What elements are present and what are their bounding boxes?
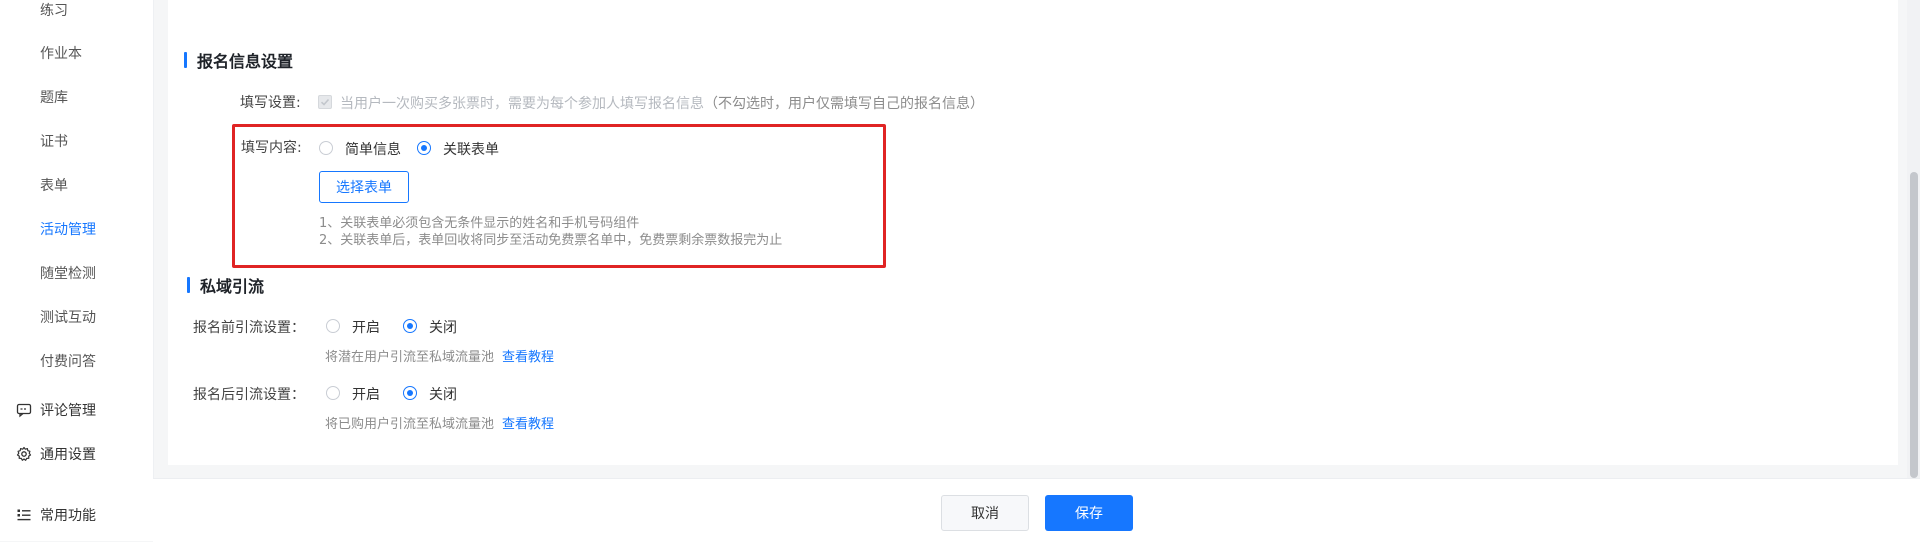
save-button[interactable]: 保存 — [1045, 495, 1133, 531]
radio-before-on[interactable] — [326, 319, 340, 333]
section-accent-bar — [187, 277, 190, 293]
radio-before-on-label[interactable]: 开启 — [352, 317, 380, 337]
radio-before-off[interactable] — [403, 319, 417, 333]
section-title-private: 私域引流 — [187, 273, 264, 297]
section-title-text: 私域引流 — [200, 277, 265, 296]
sidebar-item-test-interaction[interactable]: 测试互动 — [40, 307, 96, 327]
sidebar-group-common[interactable]: 常用功能 — [16, 505, 96, 525]
cancel-button[interactable]: 取消 — [941, 495, 1029, 531]
sidebar-group-label: 通用设置 — [40, 447, 96, 463]
fill-setting-label: 填写设置: — [240, 95, 301, 111]
after-signup-hint: 将已购用户引流至私域流量池 查看教程 — [325, 417, 555, 432]
sidebar-item-certificate[interactable]: 证书 — [40, 131, 68, 151]
gear-icon — [16, 446, 32, 462]
fill-setting-text: 当用户一次购买多张票时，需要为每个参加人填写报名信息（不勾选时，用户仅需填写自己… — [340, 96, 984, 112]
view-tutorial-link[interactable]: 查看教程 — [502, 417, 554, 432]
sidebar: 练习 作业本 题库 证书 表单 活动管理 随堂检测 测试互动 付费问答 评论管理… — [0, 0, 154, 541]
highlight-frame — [232, 124, 886, 268]
radio-after-on-label[interactable]: 开启 — [352, 384, 380, 404]
radio-after-off-label[interactable]: 关闭 — [429, 384, 457, 404]
sidebar-item-paid-qa[interactable]: 付费问答 — [40, 351, 96, 371]
sidebar-group-label: 评论管理 — [40, 403, 96, 419]
sidebar-group-comments[interactable]: 评论管理 — [16, 400, 96, 420]
list-icon — [16, 507, 32, 523]
sidebar-group-settings[interactable]: 通用设置 — [16, 444, 96, 464]
after-signup-label: 报名后引流设置： — [193, 387, 305, 403]
sidebar-item-practice[interactable]: 练习 — [40, 0, 68, 20]
footer-bar — [153, 478, 1920, 542]
before-signup-label: 报名前引流设置： — [193, 320, 305, 336]
comment-icon — [16, 402, 32, 418]
sidebar-item-activity-management[interactable]: 活动管理 — [40, 219, 96, 239]
section-title-text: 报名信息设置 — [197, 52, 294, 71]
sidebar-item-quiz[interactable]: 随堂检测 — [40, 263, 96, 283]
sidebar-item-question-bank[interactable]: 题库 — [40, 87, 68, 107]
sidebar-item-homework[interactable]: 作业本 — [40, 43, 82, 63]
check-icon — [320, 98, 330, 106]
sidebar-group-label: 常用功能 — [40, 508, 96, 524]
radio-before-off-label[interactable]: 关闭 — [429, 317, 457, 337]
section-title-signup: 报名信息设置 — [184, 48, 293, 72]
radio-after-on[interactable] — [326, 386, 340, 400]
radio-after-off[interactable] — [403, 386, 417, 400]
section-accent-bar — [184, 52, 187, 68]
before-signup-hint: 将潜在用户引流至私域流量池 查看教程 — [325, 350, 555, 365]
view-tutorial-link[interactable]: 查看教程 — [502, 350, 554, 365]
scrollbar-thumb[interactable] — [1910, 172, 1918, 478]
sidebar-item-forms[interactable]: 表单 — [40, 175, 68, 195]
multi-ticket-checkbox[interactable] — [318, 95, 332, 109]
